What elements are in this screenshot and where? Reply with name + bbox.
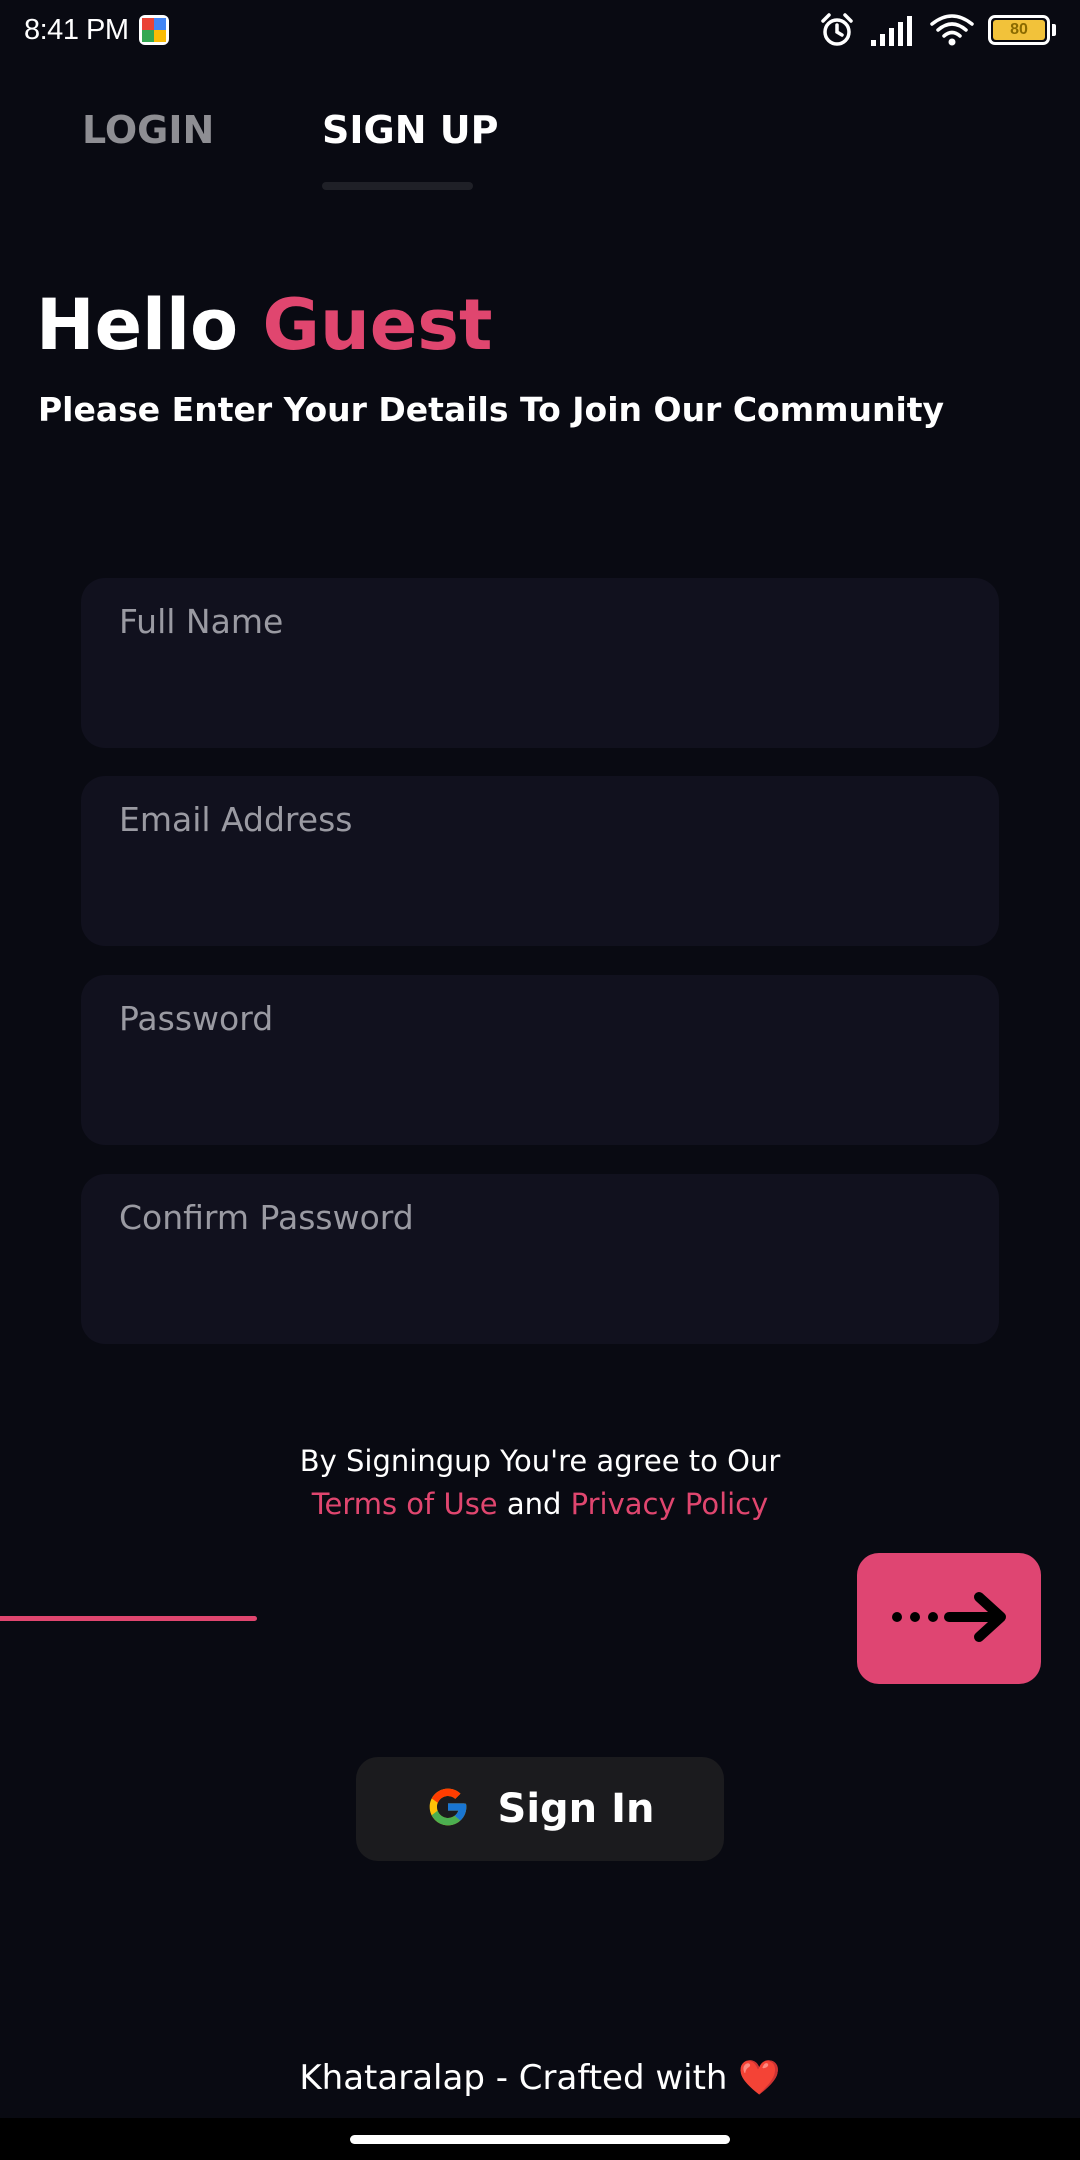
home-indicator[interactable] — [350, 2135, 730, 2144]
terms-of-use-link[interactable]: Terms of Use — [312, 1487, 498, 1521]
wifi-icon — [930, 13, 974, 47]
signup-progress-fill — [0, 1616, 257, 1621]
confirm-password-label: Confirm Password — [119, 1198, 414, 1237]
dotted-arrow-right-icon — [883, 1587, 1015, 1651]
battery-level: 80 — [993, 20, 1045, 40]
email-label: Email Address — [119, 800, 353, 839]
google-sign-in-button[interactable]: Sign In — [356, 1757, 724, 1861]
status-bar: 8:41 PM 80 — [0, 0, 1080, 60]
tab-signup[interactable]: SIGN UP — [322, 108, 498, 208]
full-name-field[interactable]: Full Name — [81, 578, 999, 748]
greeting-hello: Hello — [36, 284, 239, 366]
next-button[interactable] — [857, 1553, 1041, 1684]
footer-credit: Khataralap - Crafted with ❤️ — [299, 2058, 781, 2098]
tab-login[interactable]: LOGIN — [82, 108, 214, 208]
active-tab-indicator — [322, 182, 473, 190]
battery-icon: 80 — [988, 15, 1056, 45]
google-icon — [426, 1785, 470, 1833]
app-notification-icon — [138, 15, 169, 45]
terms-line-1: By Signingup You're agree to Our — [299, 1444, 781, 1478]
terms-line-2: Terms of Use and Privacy Policy — [0, 1483, 1080, 1525]
password-input[interactable] — [119, 1058, 961, 1096]
signup-progress-bar — [0, 1616, 524, 1621]
google-sign-in-label: Sign In — [497, 1786, 655, 1832]
confirm-password-input[interactable] — [119, 1257, 961, 1295]
greeting-subtitle: Please Enter Your Details To Join Our Co… — [38, 390, 945, 429]
auth-tabs: LOGIN SIGN UP — [0, 100, 1080, 200]
full-name-label: Full Name — [119, 602, 284, 641]
greeting-guest: Guest — [262, 284, 493, 366]
alarm-icon — [818, 11, 856, 49]
privacy-policy-link[interactable]: Privacy Policy — [571, 1487, 769, 1521]
status-time: 8:41 PM — [24, 13, 129, 46]
confirm-password-field[interactable]: Confirm Password — [81, 1174, 999, 1344]
status-right: 80 — [818, 11, 1056, 49]
email-input[interactable] — [119, 859, 961, 897]
password-label: Password — [119, 999, 274, 1038]
email-field[interactable]: Email Address — [81, 776, 999, 946]
status-left: 8:41 PM — [24, 14, 169, 47]
signal-icon — [870, 14, 916, 46]
terms-and-text: and — [506, 1487, 562, 1521]
greeting-title: Hello Guest — [36, 284, 492, 366]
full-name-input[interactable] — [119, 661, 961, 699]
password-field[interactable]: Password — [81, 975, 999, 1145]
